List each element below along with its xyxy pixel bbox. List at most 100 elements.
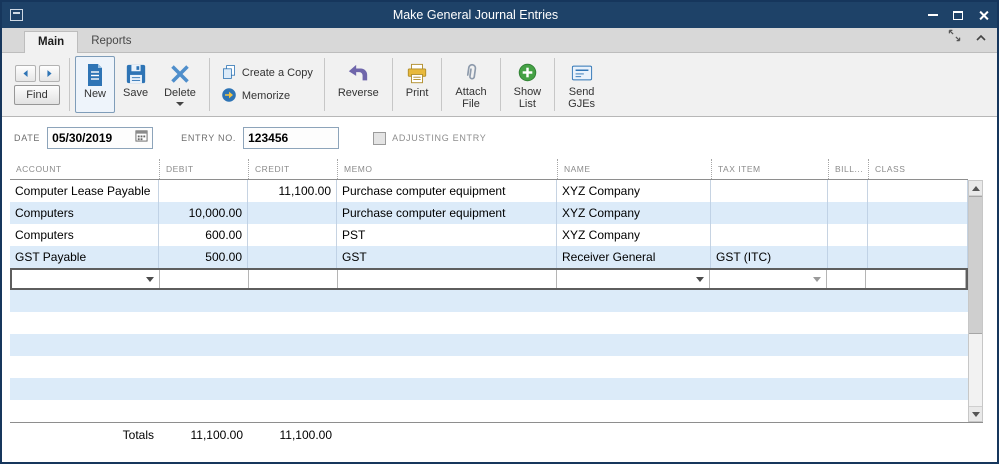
collapse-chevron-icon[interactable] (975, 29, 987, 47)
cell-tax-item[interactable] (711, 180, 828, 202)
cell-debit[interactable]: 600.00 (159, 224, 248, 246)
new-button[interactable]: New (75, 56, 115, 113)
entry-no-value: 123456 (248, 131, 334, 145)
send-gjes-button[interactable]: Send GJEs (560, 56, 603, 113)
attach-paperclip-icon (461, 60, 481, 86)
titlebar: Make General Journal Entries (2, 2, 997, 28)
dropdown-arrow-icon[interactable] (696, 277, 704, 282)
tab-reports[interactable]: Reports (78, 31, 144, 52)
back-arrow-icon[interactable] (15, 65, 36, 82)
column-header-name: NAME (557, 159, 711, 179)
cell-memo[interactable]: Purchase computer equipment (337, 180, 557, 202)
cell-account[interactable]: Computers (10, 202, 159, 224)
tax-item-dropdown-cell[interactable] (710, 270, 827, 288)
reverse-arrow-icon (346, 60, 370, 87)
account-dropdown-cell[interactable] (12, 270, 160, 288)
toolbar-separator (209, 58, 210, 111)
reverse-button[interactable]: Reverse (330, 56, 387, 113)
empty-journal-row[interactable] (10, 334, 968, 356)
ribbon-tabbar: Main Reports (2, 28, 997, 53)
cell-account[interactable]: GST Payable (10, 246, 159, 268)
empty-journal-row[interactable] (10, 378, 968, 400)
cell-memo[interactable]: GST (337, 246, 557, 268)
close-icon[interactable] (978, 10, 989, 21)
table-row: Computer Lease Payable 11,100.00 Purchas… (10, 180, 968, 202)
send-gjes-label-line2: GJEs (568, 98, 595, 110)
print-icon (406, 60, 428, 87)
empty-journal-row[interactable] (10, 356, 968, 378)
create-a-copy-button[interactable]: Create a Copy (221, 64, 313, 83)
adjusting-entry-checkbox[interactable] (373, 132, 386, 145)
cell-credit[interactable] (249, 270, 338, 288)
cell-debit[interactable]: 10,000.00 (159, 202, 248, 224)
create-a-copy-label: Create a Copy (242, 67, 313, 79)
dropdown-arrow-icon[interactable] (146, 277, 154, 282)
tab-main[interactable]: Main (24, 31, 78, 53)
date-input[interactable]: 05/30/2019 (47, 127, 153, 149)
cell-credit[interactable] (248, 246, 337, 268)
reverse-button-label: Reverse (338, 87, 379, 100)
cell-tax-item[interactable]: GST (ITC) (711, 246, 828, 268)
cell-memo[interactable] (338, 270, 557, 288)
cell-debit[interactable] (160, 270, 249, 288)
vertical-scrollbar[interactable] (968, 180, 983, 422)
column-header-tax-item: TAX ITEM (711, 159, 828, 179)
cell-tax-item[interactable] (711, 202, 828, 224)
delete-dropdown-caret-icon[interactable] (176, 102, 184, 106)
delete-x-icon (170, 60, 190, 87)
attach-file-label-line1: Attach (455, 86, 486, 98)
calendar-icon[interactable] (135, 129, 148, 147)
cell-account[interactable]: Computer Lease Payable (10, 180, 159, 202)
scroll-up-button[interactable] (969, 181, 982, 196)
empty-journal-row[interactable] (10, 312, 968, 334)
window-icon[interactable] (10, 9, 23, 21)
save-button[interactable]: Save (115, 56, 156, 113)
forward-arrow-icon[interactable] (39, 65, 60, 82)
cell-memo[interactable]: PST (337, 224, 557, 246)
name-dropdown-cell[interactable] (557, 270, 710, 288)
cell-class[interactable] (868, 180, 968, 202)
dropdown-arrow-icon[interactable] (813, 277, 821, 282)
cell-billable[interactable] (828, 246, 868, 268)
expand-icon[interactable] (948, 29, 961, 47)
cell-name[interactable]: Receiver General (557, 246, 711, 268)
cell-class[interactable] (868, 224, 968, 246)
cell-account[interactable]: Computers (10, 224, 159, 246)
cell-credit[interactable] (248, 224, 337, 246)
cell-class[interactable] (868, 246, 968, 268)
cell-memo[interactable]: Purchase computer equipment (337, 202, 557, 224)
totals-debit: 11,100.00 (159, 423, 248, 447)
attach-file-button[interactable]: Attach File (447, 56, 494, 113)
journal-entries-grid: ACCOUNT DEBIT CREDIT MEMO NAME TAX ITEM … (10, 159, 983, 423)
cell-billable[interactable] (827, 270, 867, 288)
cell-debit[interactable]: 500.00 (159, 246, 248, 268)
delete-button-label: Delete (164, 87, 196, 100)
delete-button[interactable]: Delete (156, 56, 204, 113)
cell-name[interactable]: XYZ Company (557, 180, 711, 202)
empty-journal-row[interactable] (10, 400, 968, 422)
cell-credit[interactable] (248, 202, 337, 224)
cell-billable[interactable] (828, 180, 868, 202)
cell-debit[interactable] (159, 180, 248, 202)
empty-journal-row[interactable] (10, 290, 968, 312)
new-button-label: New (84, 88, 106, 101)
cell-billable[interactable] (828, 224, 868, 246)
maximize-icon[interactable] (953, 11, 963, 20)
entry-no-input[interactable]: 123456 (243, 127, 339, 149)
cell-credit[interactable]: 11,100.00 (248, 180, 337, 202)
cell-tax-item[interactable] (711, 224, 828, 246)
toolbar-separator (554, 58, 555, 111)
find-button[interactable]: Find (14, 85, 60, 105)
cell-billable[interactable] (828, 202, 868, 224)
memorize-button[interactable]: Memorize (221, 87, 313, 106)
print-button[interactable]: Print (398, 56, 437, 113)
cell-class[interactable] (868, 202, 968, 224)
cell-class[interactable] (866, 270, 966, 288)
cell-name[interactable]: XYZ Company (557, 224, 711, 246)
scrollbar-thumb[interactable] (969, 196, 982, 334)
cell-name[interactable]: XYZ Company (557, 202, 711, 224)
show-list-button[interactable]: Show List (506, 56, 550, 113)
minimize-icon[interactable] (928, 14, 938, 16)
scroll-down-button[interactable] (969, 406, 982, 421)
send-gjes-icon (571, 60, 593, 86)
